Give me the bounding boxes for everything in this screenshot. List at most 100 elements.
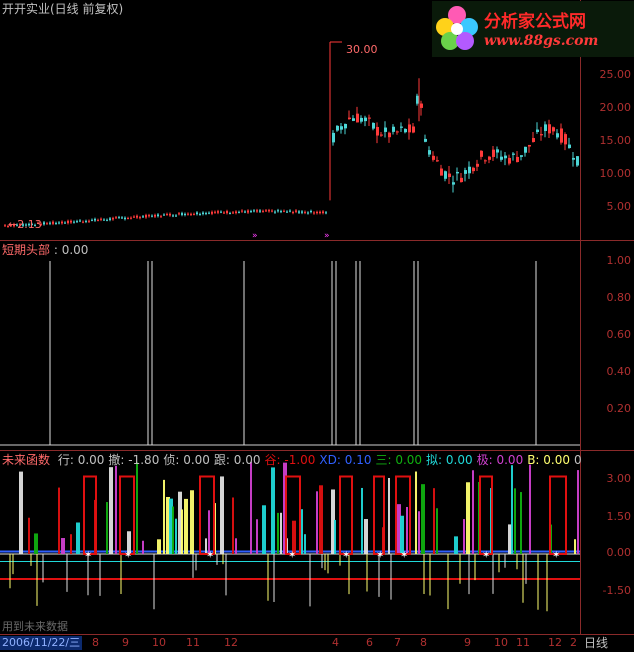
signal-bar	[58, 487, 60, 554]
short-tick: 0.20	[606, 402, 632, 415]
candle-body	[76, 221, 78, 223]
signal-bar	[334, 519, 336, 554]
signal-bar	[364, 519, 368, 554]
candle-body	[154, 214, 156, 217]
candle-body	[500, 156, 503, 160]
signal-bar	[304, 534, 306, 554]
candle-body	[400, 126, 403, 128]
month-tick: 6	[366, 636, 373, 649]
time-axis-bar[interactable]: 2006/11/22/三 8 9 10 11 12 4 6 7 8 9 10 11 12 2 日线	[0, 634, 634, 652]
star-marker: ✶	[552, 550, 560, 561]
stock-chart-window: 分析家公式网 www.88gs.com 开开实业(日线 前复权) » » 30.0…	[0, 0, 634, 652]
candle-body	[166, 213, 168, 215]
future-tick: 1.50	[606, 510, 632, 523]
candle-body	[472, 167, 475, 172]
candle-body	[292, 212, 294, 214]
candle-body	[265, 210, 267, 212]
period-button[interactable]: 日线	[584, 636, 608, 650]
candle-body	[283, 210, 285, 212]
candle-body	[103, 219, 105, 221]
candle-body	[163, 214, 165, 216]
signal-bar	[175, 518, 177, 554]
candle-body	[564, 134, 567, 145]
candle-body	[313, 212, 315, 214]
candle-body	[253, 210, 255, 212]
candle-body	[127, 218, 129, 220]
candle-body	[247, 210, 249, 213]
signal-bar	[136, 462, 138, 554]
candle-body	[552, 127, 555, 132]
candle-body	[289, 210, 291, 212]
signal-bar	[511, 465, 513, 554]
candle-body	[133, 216, 135, 218]
signal-bar	[514, 488, 516, 554]
signal-bar	[466, 482, 470, 554]
candle-body	[106, 219, 108, 221]
future-tick: 3.00	[606, 472, 632, 485]
month-tick: 10	[152, 636, 166, 649]
candle-body	[295, 210, 297, 212]
candle-body	[548, 124, 551, 134]
candle-body	[172, 215, 174, 217]
candle-body	[380, 134, 383, 136]
star-marker: ✶	[124, 550, 132, 561]
candle-body	[205, 213, 207, 215]
candle-body	[109, 218, 111, 220]
candle-body	[49, 222, 51, 224]
short-top-axis: 1.00 0.80 0.60 0.40 0.20	[580, 241, 634, 450]
candle-body	[576, 156, 579, 166]
signal-bar	[436, 508, 438, 554]
candle-body	[484, 160, 487, 162]
candle-body	[211, 211, 213, 214]
candle-body	[43, 222, 45, 225]
signal-bar	[415, 471, 417, 554]
candle-body	[202, 212, 204, 215]
signal-bar	[319, 485, 323, 554]
candle-body	[148, 215, 150, 217]
candle-body	[184, 213, 186, 216]
month-tick: 9	[464, 636, 471, 649]
signal-bar	[301, 509, 303, 554]
short-tick: 0.60	[606, 328, 632, 341]
candle-body	[392, 126, 395, 132]
candle-body	[97, 219, 99, 221]
candle-body	[196, 212, 198, 215]
signal-bar	[472, 470, 474, 554]
short-top-chart[interactable]	[0, 241, 580, 450]
candle-body	[280, 211, 282, 213]
future-tick: -1.50	[602, 584, 631, 597]
candle-body	[360, 117, 363, 122]
star-marker: ✶	[84, 550, 92, 561]
candle-body	[388, 132, 391, 138]
current-date: 2006/11/22/三	[0, 636, 83, 650]
short-tick: 0.80	[606, 291, 632, 304]
future-function-panel[interactable]: 未来函数 行: 0.00 撤: -1.80 侦: 0.00 跟: 0.00 谷: -1.…	[0, 451, 582, 634]
site-logo: 分析家公式网 www.88gs.com	[432, 1, 634, 57]
candle-body	[70, 220, 72, 223]
candle-body	[452, 182, 455, 185]
candle-body	[307, 212, 309, 214]
month-tick: 12	[548, 636, 562, 649]
month-tick: 12	[224, 636, 238, 649]
month-tick: 8	[420, 636, 427, 649]
candle-body	[223, 212, 225, 214]
candle-body	[352, 118, 355, 121]
short-tick: 1.00	[606, 254, 632, 267]
signal-bar	[421, 484, 425, 554]
month-tick: 7	[394, 636, 401, 649]
future-function-chart[interactable]: ✶ ✶ ✶ ✶ ✶ ✶ ✶ ✶ ✶	[0, 451, 580, 634]
signal-bar	[28, 517, 30, 554]
candle-body	[348, 117, 351, 120]
candle-body	[79, 220, 81, 222]
candle-body	[142, 216, 144, 218]
candle-body	[286, 211, 288, 213]
month-tick: 4	[332, 636, 339, 649]
candle-body	[139, 217, 141, 219]
indicator-value: 跟: 0.00	[213, 453, 261, 467]
indicator-value: XD: 0.10	[319, 453, 372, 467]
candle-body	[528, 144, 531, 147]
candle-body	[259, 210, 261, 212]
short-top-panel[interactable]: 短期头部 : 0.00	[0, 241, 580, 450]
logo-url[interactable]: www.88gs.com	[484, 33, 598, 49]
candle-body	[536, 129, 539, 133]
